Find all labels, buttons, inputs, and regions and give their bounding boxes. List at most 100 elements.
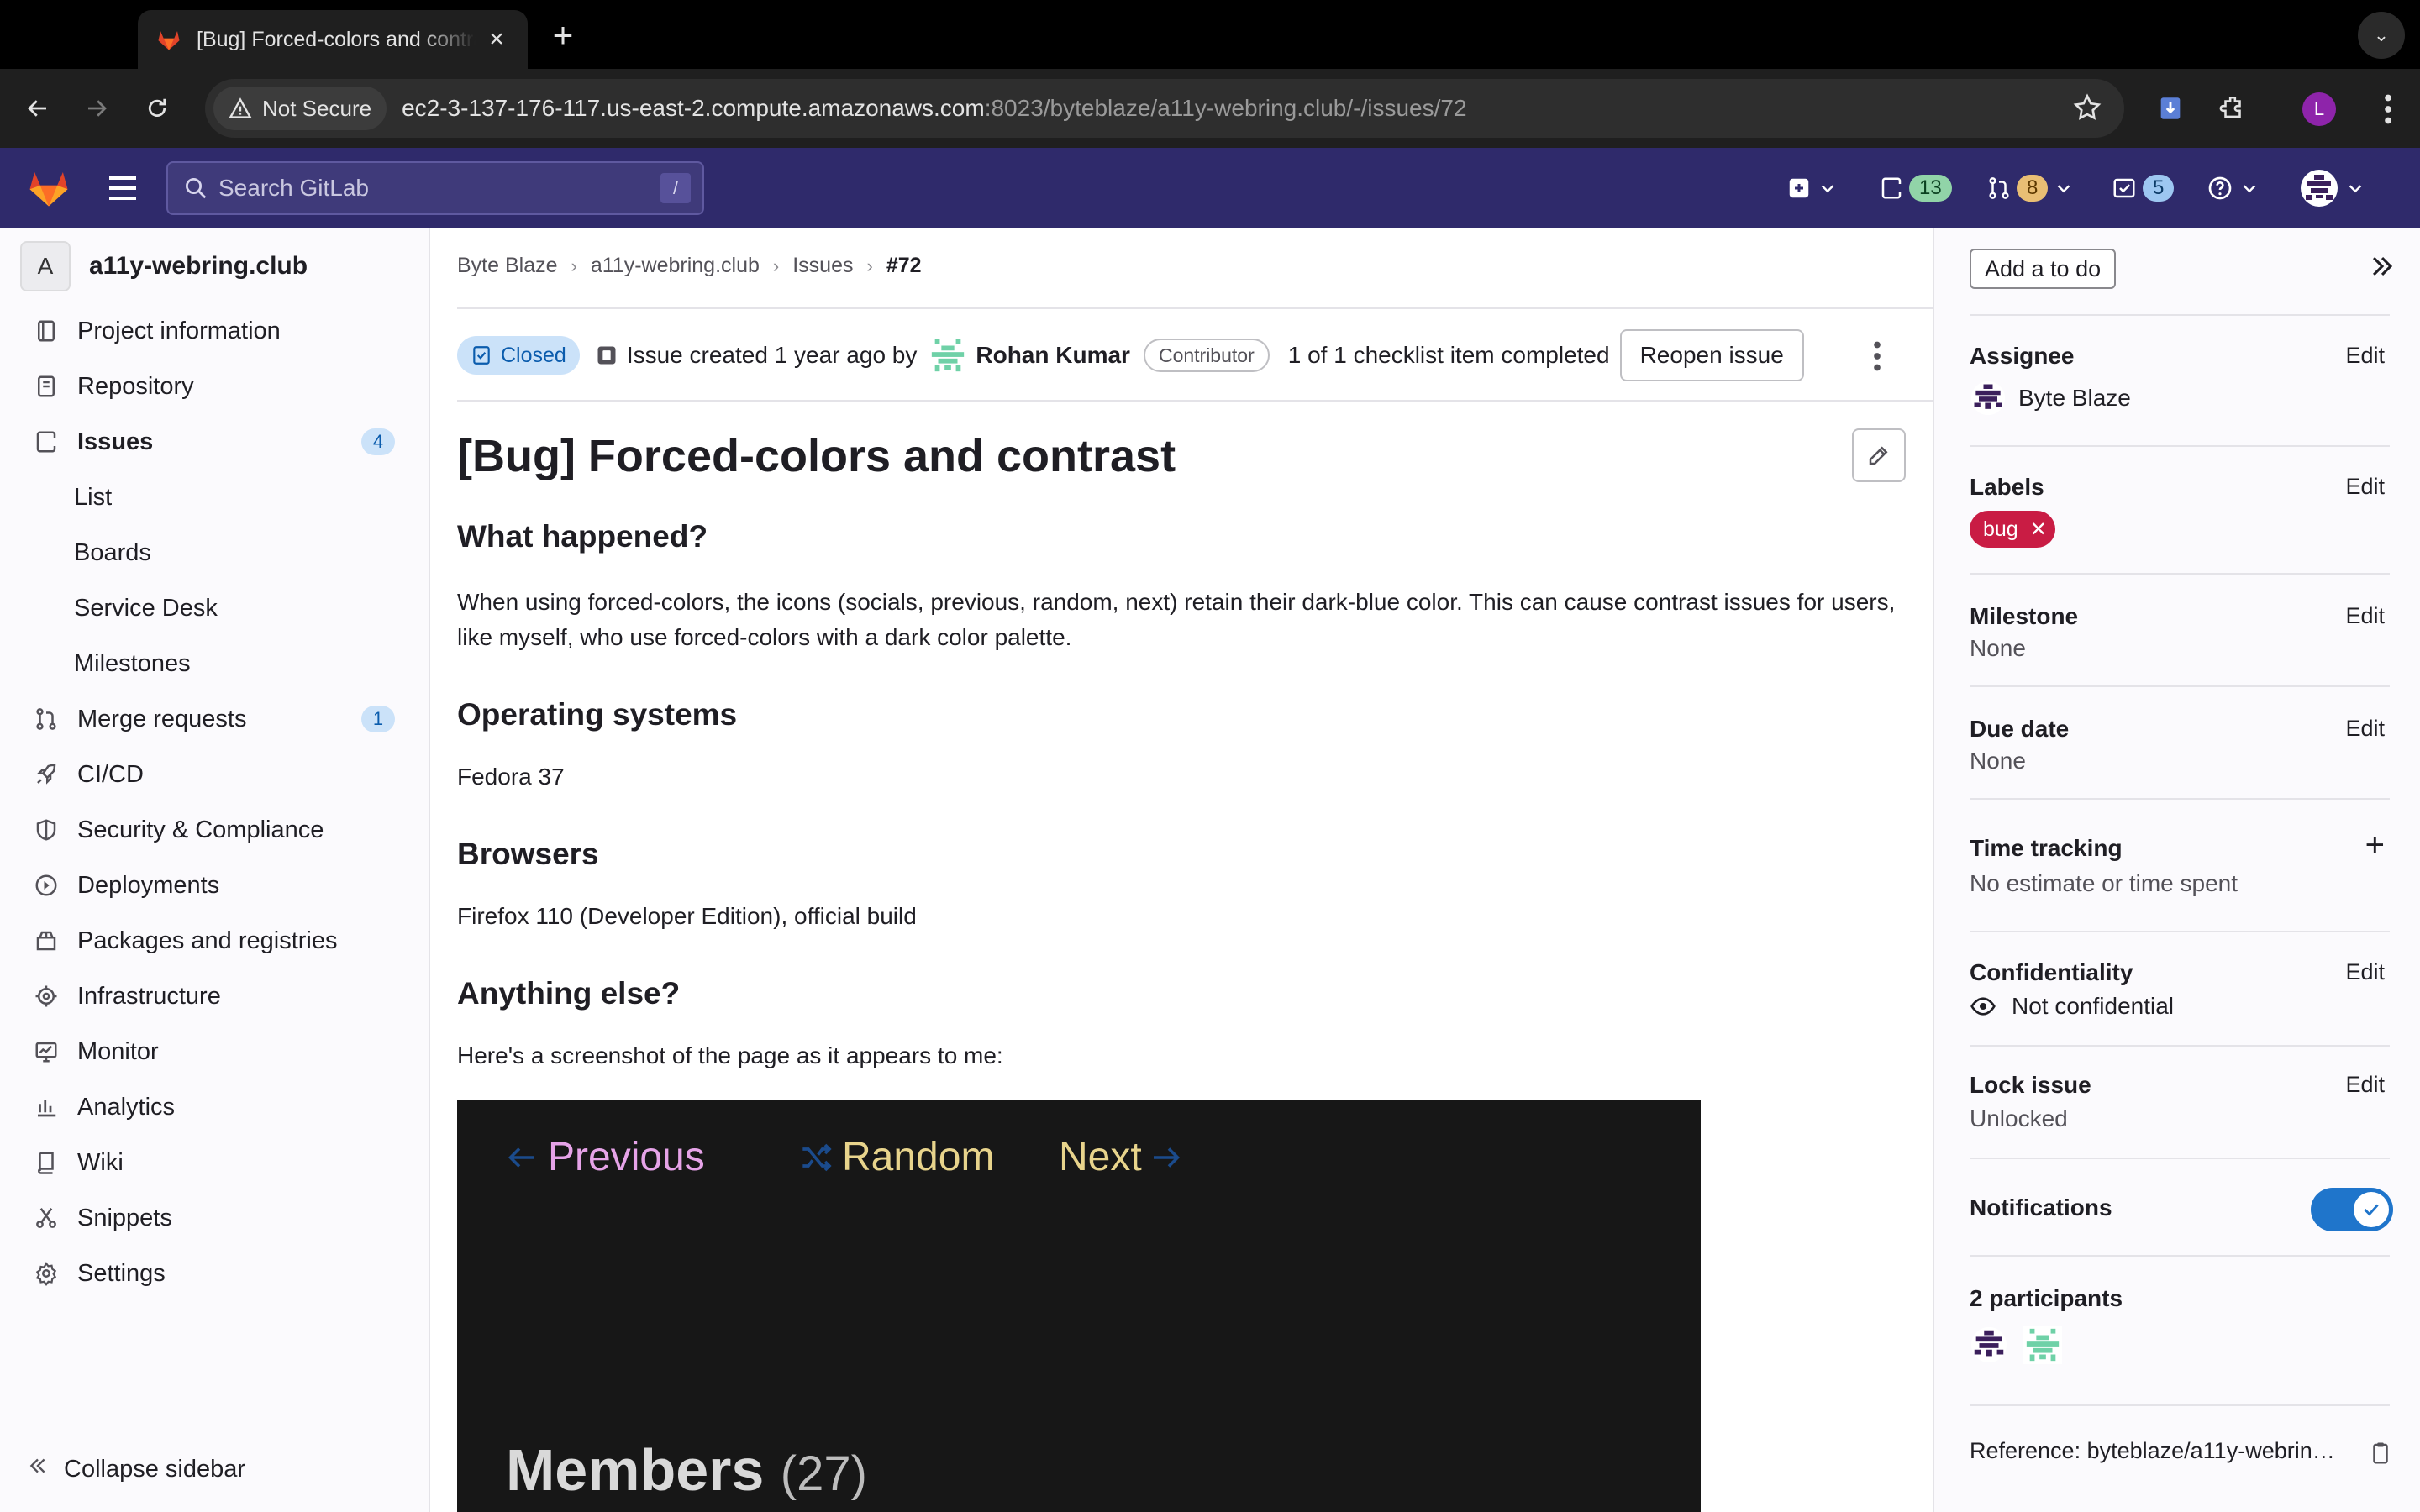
- tab-search-icon[interactable]: ⌄: [2358, 12, 2405, 59]
- sidebar-item-boards[interactable]: Boards: [0, 526, 429, 580]
- sidebar-item-security[interactable]: Security & Compliance: [0, 803, 429, 857]
- chevron-down-icon: [1821, 185, 1834, 193]
- assignee-value[interactable]: Byte Blaze: [1970, 380, 2390, 417]
- add-time-plus-icon[interactable]: +: [2365, 827, 2385, 864]
- reopen-issue-button[interactable]: Reopen issue: [1619, 329, 1804, 381]
- header-todo-button[interactable]: 5: [2111, 168, 2175, 208]
- embedded-screenshot[interactable]: Previous Random Next Members (27): [457, 1100, 1701, 1512]
- arrow-right-icon: [1153, 1147, 1180, 1168]
- sidebar-item-label: Monitor: [77, 1037, 159, 1065]
- notifications-toggle[interactable]: [2311, 1188, 2393, 1231]
- repository-icon: [32, 372, 60, 401]
- sidebar-item-infrastructure[interactable]: Infrastructure: [0, 969, 429, 1023]
- breadcrumb-issue-number[interactable]: #72: [886, 254, 922, 278]
- close-icon[interactable]: ✕: [2030, 517, 2047, 542]
- divider: [457, 400, 1933, 402]
- sidebar-item-wiki[interactable]: Wiki: [0, 1136, 429, 1189]
- forward-icon[interactable]: [76, 87, 118, 129]
- participant-avatar-icon[interactable]: [2023, 1326, 2062, 1364]
- sidebar-item-list[interactable]: List: [0, 470, 429, 524]
- reload-icon[interactable]: [136, 87, 178, 129]
- due-date-edit-button[interactable]: Edit: [2345, 716, 2385, 742]
- assignee-name[interactable]: Byte Blaze: [2018, 385, 2131, 412]
- lock-issue-edit-button[interactable]: Edit: [2345, 1072, 2385, 1098]
- sidebar-item-snippets[interactable]: Snippets: [0, 1191, 429, 1245]
- confidentiality-edit-button[interactable]: Edit: [2345, 959, 2385, 985]
- browser-menu-icon[interactable]: [2371, 91, 2405, 128]
- browser-tab[interactable]: [Bug] Forced-colors and contrast ×: [138, 10, 528, 69]
- user-menu-button[interactable]: [2299, 168, 2365, 208]
- divider: [1970, 1158, 2390, 1159]
- divider: [1970, 1404, 2390, 1406]
- author-link[interactable]: Rohan Kumar: [976, 342, 1130, 369]
- extensions-puzzle-icon[interactable]: [2212, 87, 2254, 129]
- labels-title: Labels: [1970, 474, 2044, 500]
- divider: [1970, 798, 2390, 800]
- sidebar-item-deployments[interactable]: Deployments: [0, 858, 429, 912]
- bookmark-star-icon[interactable]: [2072, 92, 2102, 123]
- search-shortcut: /: [660, 173, 691, 203]
- project-header[interactable]: A a11y-webring.club: [20, 240, 308, 292]
- label-bug-text: bug: [1983, 517, 2018, 541]
- collapse-sidebar-button[interactable]: Collapse sidebar: [27, 1455, 245, 1483]
- sidebar-item-label: Security & Compliance: [77, 816, 324, 843]
- address-bar[interactable]: Not Secure ec2-3-137-176-117.us-east-2.c…: [205, 79, 2124, 138]
- double-chevron-right-icon[interactable]: [2368, 252, 2396, 281]
- create-new-button[interactable]: [1786, 168, 1837, 208]
- sidebar-item-packages[interactable]: Packages and registries: [0, 914, 429, 968]
- screenshot-next-label: Next: [1059, 1135, 1142, 1179]
- extension-icon[interactable]: [2149, 87, 2191, 129]
- sidebar-item-label: Wiki: [77, 1148, 124, 1176]
- sidebar-item-issues[interactable]: Issues 4: [0, 415, 429, 469]
- search-input[interactable]: Search GitLab: [218, 175, 369, 202]
- screenshot-random-label: Random: [842, 1135, 995, 1179]
- sidebar-item-label: Packages and registries: [77, 927, 338, 954]
- sidebar-item-project-information[interactable]: Project information: [0, 304, 429, 358]
- tab-close-icon[interactable]: ×: [484, 25, 509, 54]
- issue-actions-kebab-icon[interactable]: [1860, 339, 1894, 373]
- project-sidebar: A a11y-webring.club Project information …: [0, 228, 430, 1512]
- profile-avatar[interactable]: L: [2302, 92, 2336, 126]
- header-issues-button[interactable]: 13: [1879, 168, 1952, 208]
- sidebar-item-analytics[interactable]: Analytics: [0, 1080, 429, 1134]
- gear-icon: [32, 1259, 60, 1288]
- edit-title-button[interactable]: [1852, 428, 1906, 482]
- gitlab-logo-icon[interactable]: [25, 165, 72, 210]
- project-name: a11y-webring.club: [89, 252, 308, 280]
- menu-hamburger-icon[interactable]: [106, 173, 139, 203]
- breadcrumb-issues[interactable]: Issues: [792, 254, 853, 278]
- help-button[interactable]: [2207, 168, 2259, 208]
- sidebar-item-label: Project information: [77, 317, 281, 344]
- back-icon[interactable]: [17, 87, 59, 129]
- due-date-value: None: [1970, 748, 2026, 774]
- sidebar-item-cicd[interactable]: CI/CD: [0, 748, 429, 801]
- shuffle-icon: [802, 1143, 832, 1171]
- help-icon: [2208, 176, 2232, 200]
- due-date-block: Due date Edit None: [1970, 716, 2390, 774]
- new-tab-icon[interactable]: +: [546, 15, 580, 55]
- sidebar-item-merge-requests[interactable]: Merge requests 1: [0, 692, 429, 746]
- breadcrumb-project[interactable]: a11y-webring.club: [591, 254, 760, 278]
- labels-edit-button[interactable]: Edit: [2345, 474, 2385, 500]
- divider: [1970, 445, 2390, 447]
- sidebar-item-milestones[interactable]: Milestones: [0, 637, 429, 690]
- add-todo-button[interactable]: Add a to do: [1970, 249, 2117, 289]
- sidebar-item-label: Repository: [77, 372, 194, 400]
- breadcrumb-group[interactable]: Byte Blaze: [457, 254, 558, 278]
- label-bug[interactable]: bug ✕: [1970, 511, 2055, 548]
- security-indicator[interactable]: Not Secure: [213, 87, 387, 130]
- participant-avatar-icon[interactable]: [1970, 1326, 2008, 1364]
- chevron-right-icon: ›: [571, 255, 577, 276]
- sidebar-item-monitor[interactable]: Monitor: [0, 1025, 429, 1079]
- copy-icon[interactable]: [2368, 1440, 2393, 1467]
- author-avatar-icon[interactable]: [929, 336, 968, 375]
- sidebar-item-repository[interactable]: Repository: [0, 360, 429, 413]
- header-mr-button[interactable]: 8: [1986, 168, 2073, 208]
- search-bar[interactable]: Search GitLab /: [166, 161, 704, 215]
- milestone-edit-button[interactable]: Edit: [2345, 603, 2385, 629]
- sidebar-item-service-desk[interactable]: Service Desk: [0, 581, 429, 635]
- milestone-block: Milestone Edit None: [1970, 603, 2390, 662]
- sidebar-item-settings[interactable]: Settings: [0, 1247, 429, 1300]
- divider: [1970, 931, 2390, 932]
- assignee-edit-button[interactable]: Edit: [2345, 343, 2385, 369]
